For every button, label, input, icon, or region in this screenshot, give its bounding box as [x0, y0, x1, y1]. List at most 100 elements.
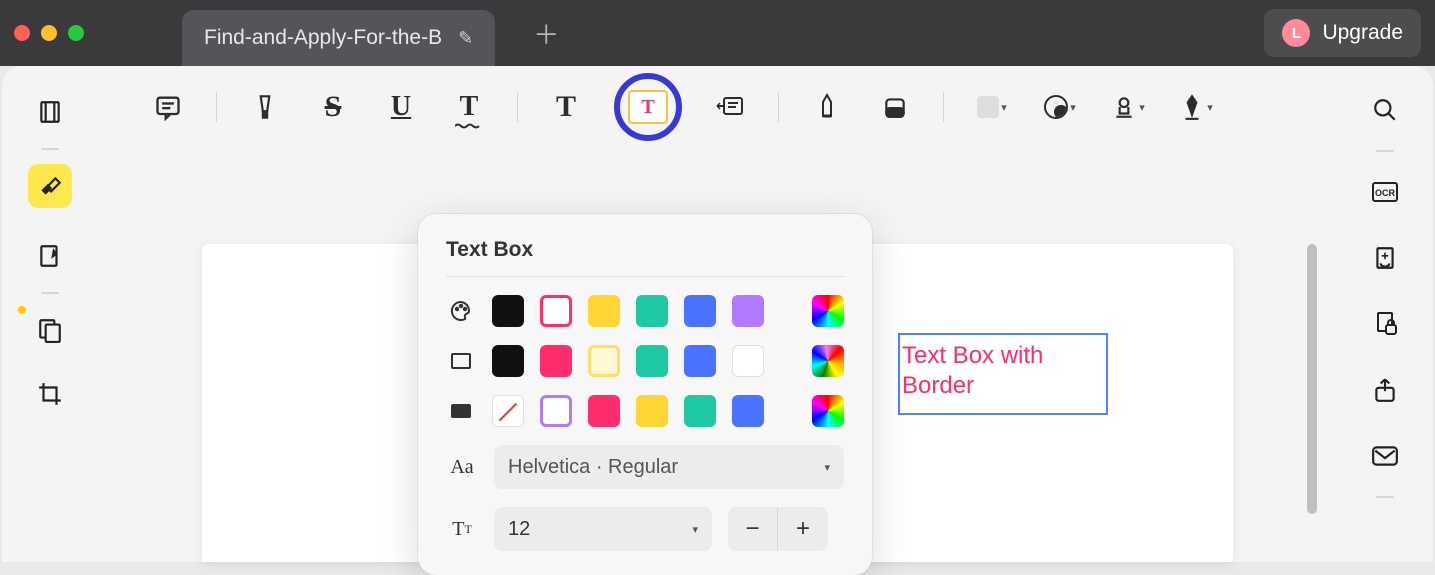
text-color-row [446, 295, 844, 327]
chevron-down-icon: ▾ [824, 461, 830, 474]
thumbnails-button[interactable] [28, 90, 72, 134]
size-value: 12 [508, 518, 530, 541]
size-icon: TT [446, 518, 478, 541]
strikethrough-button[interactable]: S [313, 87, 353, 127]
toolbar-separator [517, 92, 518, 122]
popover-divider [446, 276, 844, 277]
text-color-pink-selected[interactable] [540, 295, 572, 327]
fill-color-custom[interactable] [812, 395, 844, 427]
sidebar-divider [1376, 496, 1394, 498]
sidebar-divider [41, 148, 59, 150]
fill-color-blue[interactable] [732, 395, 764, 427]
size-select[interactable]: 12 ▾ [494, 507, 712, 551]
opacity-dropdown[interactable]: ▾ [1040, 87, 1080, 127]
stamp-dropdown[interactable]: ▾ [1108, 87, 1148, 127]
text-color-black[interactable] [492, 295, 524, 327]
fill-color-none[interactable] [492, 395, 524, 427]
text-color-purple[interactable] [732, 295, 764, 327]
traffic-lights [14, 25, 84, 41]
border-color-pink[interactable] [540, 345, 572, 377]
fill-color-swatches [492, 395, 844, 427]
pencil-icon[interactable]: ✎ [458, 28, 473, 49]
textbox-element[interactable]: Text Box with Border [898, 333, 1108, 415]
callout-tool-button[interactable] [710, 87, 750, 127]
left-sidebar [2, 66, 98, 562]
size-increase-button[interactable]: + [778, 507, 828, 551]
pen-tool-button[interactable] [807, 87, 847, 127]
border-color-black[interactable] [492, 345, 524, 377]
textbox-popover: Text Box [418, 214, 872, 575]
underline-button[interactable]: U [381, 87, 421, 127]
textbox-icon: T [628, 90, 668, 124]
font-value: Helvetica · Regular [508, 456, 678, 479]
border-color-teal[interactable] [636, 345, 668, 377]
upgrade-button[interactable]: L Upgrade [1264, 9, 1421, 57]
squiggly-button[interactable]: T [449, 87, 489, 127]
font-icon: Aa [446, 456, 478, 479]
mail-button[interactable] [1363, 434, 1407, 478]
chevron-down-icon: ▾ [692, 523, 698, 536]
upgrade-label: Upgrade [1322, 21, 1403, 45]
text-color-teal[interactable] [636, 295, 668, 327]
maximize-window-button[interactable] [68, 25, 84, 41]
toolbar-separator [778, 92, 779, 122]
highlight-tool-button[interactable] [28, 164, 72, 208]
border-icon [446, 353, 476, 369]
highlighter-tool-button[interactable] [245, 87, 285, 127]
border-color-white[interactable] [732, 345, 764, 377]
convert-button[interactable] [1363, 236, 1407, 280]
avatar: L [1282, 19, 1310, 47]
svg-text:OCR: OCR [1375, 188, 1396, 198]
annotate-tool-button[interactable] [28, 234, 72, 278]
document-tab[interactable]: Find-and-Apply-For-the-B ✎ [182, 10, 495, 66]
text-color-custom[interactable] [812, 295, 844, 327]
ocr-button[interactable]: OCR [1363, 170, 1407, 214]
border-color-blue[interactable] [684, 345, 716, 377]
fill-color-dropdown[interactable]: ▾ [972, 87, 1012, 127]
close-window-button[interactable] [14, 25, 30, 41]
popover-title: Text Box [446, 238, 844, 262]
tab-title: Find-and-Apply-For-the-B [204, 26, 442, 50]
app-body: S U T T T ▾ ▾ ▾ ▾ OCR [2, 66, 1433, 562]
text-color-blue[interactable] [684, 295, 716, 327]
add-tab-button[interactable]: ＋ [533, 15, 559, 52]
fill-color-row [446, 395, 844, 427]
search-button[interactable] [1363, 88, 1407, 132]
minimize-window-button[interactable] [41, 25, 57, 41]
textbox-tool-selected[interactable]: T [614, 73, 682, 141]
size-stepper: − + [728, 507, 828, 551]
text-color-swatches [492, 295, 844, 327]
border-color-yellow-selected[interactable] [588, 345, 620, 377]
textbox-content: Text Box with Border [902, 342, 1043, 399]
right-sidebar: OCR [1337, 66, 1433, 562]
fill-color-yellow[interactable] [636, 395, 668, 427]
border-color-custom[interactable] [812, 345, 844, 377]
border-color-row [446, 345, 844, 377]
signature-dropdown[interactable]: ▾ [1176, 87, 1216, 127]
vertical-scrollbar[interactable] [1307, 244, 1317, 514]
border-color-swatches [492, 345, 844, 377]
fill-color-pink[interactable] [588, 395, 620, 427]
active-indicator [18, 306, 26, 314]
toolbar-separator [943, 92, 944, 122]
lock-button[interactable] [1363, 302, 1407, 346]
sidebar-divider [41, 292, 59, 294]
font-row: Aa Helvetica · Regular ▾ [446, 445, 844, 489]
eraser-tool-button[interactable] [875, 87, 915, 127]
palette-icon [446, 299, 476, 323]
page-tool-button[interactable] [28, 308, 72, 352]
share-button[interactable] [1363, 368, 1407, 412]
fill-color-teal[interactable] [684, 395, 716, 427]
fill-color-purple-outline[interactable] [540, 395, 572, 427]
size-decrease-button[interactable]: − [728, 507, 778, 551]
font-select[interactable]: Helvetica · Regular ▾ [494, 445, 844, 489]
toolbar-separator [216, 92, 217, 122]
fill-icon [446, 404, 476, 418]
crop-tool-button[interactable] [28, 372, 72, 416]
text-color-yellow[interactable] [588, 295, 620, 327]
titlebar: Find-and-Apply-For-the-B ✎ ＋ L Upgrade [0, 0, 1435, 66]
note-tool-button[interactable] [148, 87, 188, 127]
text-tool-button[interactable]: T [546, 87, 586, 127]
size-row: TT 12 ▾ − + [446, 507, 844, 551]
sidebar-divider [1376, 150, 1394, 152]
